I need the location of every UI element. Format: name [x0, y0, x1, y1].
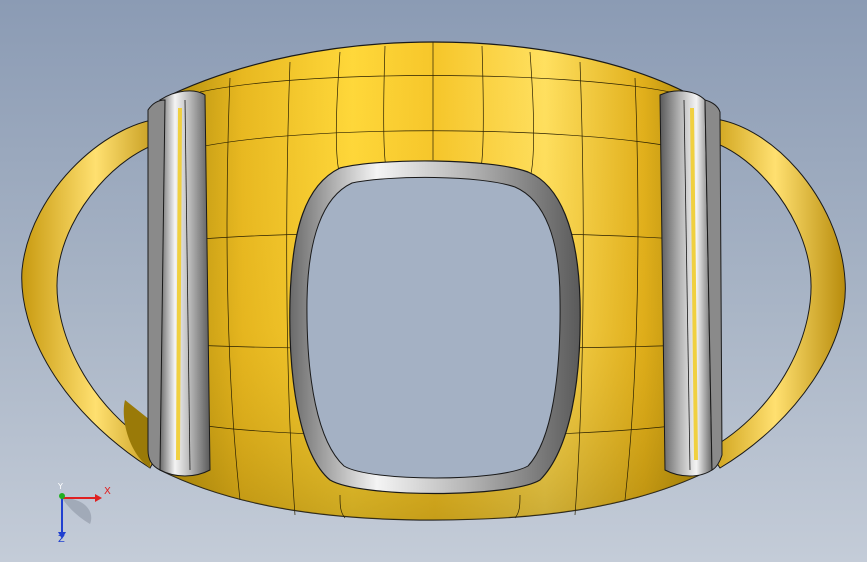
3d-model[interactable]	[0, 0, 867, 562]
y-axis-label: Y	[58, 482, 63, 491]
right-chrome-band	[659, 90, 713, 477]
right-handle	[704, 117, 846, 469]
center-window-opening	[306, 176, 561, 479]
graphics-viewport[interactable]: X Y Z	[0, 0, 867, 562]
axis-triad: X Y Z	[40, 480, 120, 550]
z-axis-label: Z	[58, 534, 65, 545]
x-axis-label: X	[104, 486, 111, 497]
left-chrome-band	[159, 90, 211, 477]
